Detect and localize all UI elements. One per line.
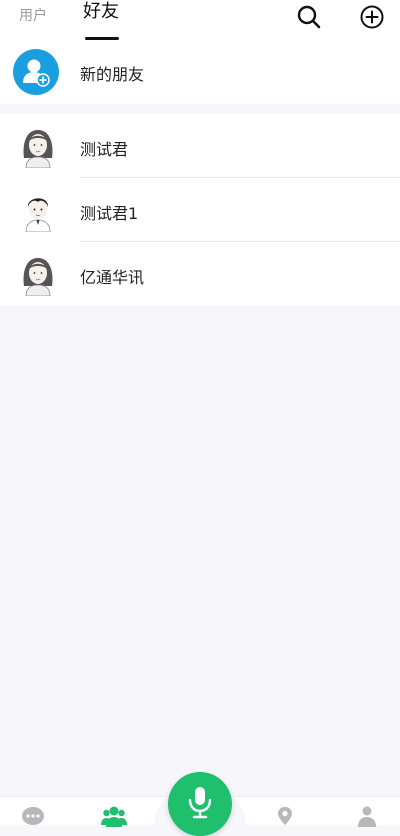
female-avatar-icon [23, 258, 53, 296]
voice-button[interactable] [168, 772, 232, 836]
mic-icon [188, 787, 212, 819]
friend-item[interactable]: 测试君1 [0, 178, 400, 242]
male-avatar-icon [25, 198, 51, 232]
friend-name: 测试君 [80, 140, 129, 159]
new-friends-label: 新的朋友 [80, 65, 145, 84]
friends-list: 测试君 测试君1 亿通华讯 [0, 114, 400, 306]
friend-name: 亿通华讯 [80, 268, 145, 287]
new-friends-item[interactable]: 新的朋友 [0, 40, 400, 104]
friend-item[interactable]: 测试君 [0, 114, 400, 178]
top-bar: 用户 好友 [0, 0, 400, 40]
add-button[interactable] [359, 4, 385, 30]
add-user-icon [13, 49, 59, 95]
friend-item[interactable]: 亿通华讯 [0, 242, 400, 306]
female-avatar-icon [23, 130, 53, 168]
tab-friends[interactable]: 好友 [83, 2, 119, 30]
friend-name: 测试君1 [80, 204, 139, 223]
search-icon [297, 5, 321, 29]
add-circle-icon [360, 5, 384, 29]
search-button[interactable] [296, 4, 322, 30]
tab-users[interactable]: 用户 [19, 6, 47, 34]
